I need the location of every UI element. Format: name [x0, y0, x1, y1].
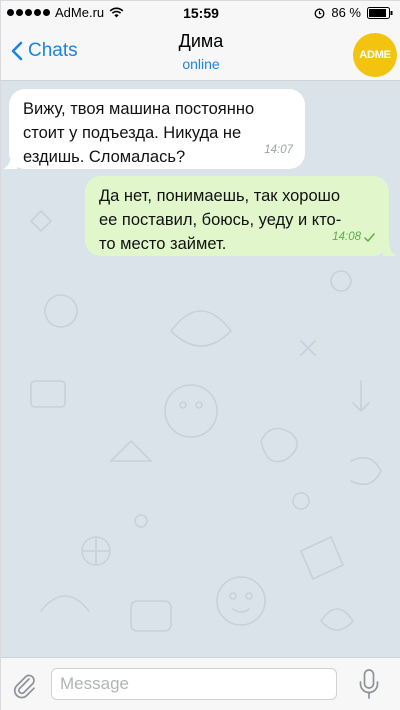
status-bar: AdMe.ru 15:59 86 % [1, 1, 400, 25]
chat-area[interactable]: Вижу, твоя машина постоянно стоит у подъ… [1, 81, 400, 657]
message-line: Вижу, твоя машина постоянно [23, 100, 255, 118]
message-input[interactable] [51, 668, 337, 700]
message-time: 14:08 [332, 231, 361, 243]
composer-bar [1, 657, 400, 710]
chat-status: online [182, 56, 220, 72]
phone-frame: AdMe.ru 15:59 86 % Chats Дима online ADM… [0, 0, 400, 710]
check-icon [364, 232, 375, 242]
message-line: стоит у подъезда. Никуда не [23, 124, 242, 142]
chat-title[interactable]: Дима [1, 31, 400, 52]
battery-icon [367, 6, 393, 19]
incoming-message-bubble[interactable]: Вижу, твоя машина постоянно стоит у подъ… [9, 89, 305, 169]
alarm-icon [314, 8, 325, 18]
outgoing-message-bubble[interactable]: Да нет, понимаешь, так хорошо ее постави… [85, 176, 389, 256]
microphone-icon[interactable] [357, 668, 381, 700]
nav-bar: Chats Дима online ADME [1, 25, 400, 81]
message-line: Да нет, понимаешь, так хорошо [99, 187, 341, 205]
message-time-status: 14:08 [332, 225, 375, 249]
message-line: ездишь. Сломалась? [23, 148, 186, 166]
status-right: 86 % [314, 5, 393, 20]
battery-percentage: 86 % [331, 5, 361, 20]
message-time: 14:07 [264, 144, 293, 156]
paperclip-icon[interactable] [9, 670, 39, 700]
avatar[interactable]: ADME [353, 33, 397, 77]
